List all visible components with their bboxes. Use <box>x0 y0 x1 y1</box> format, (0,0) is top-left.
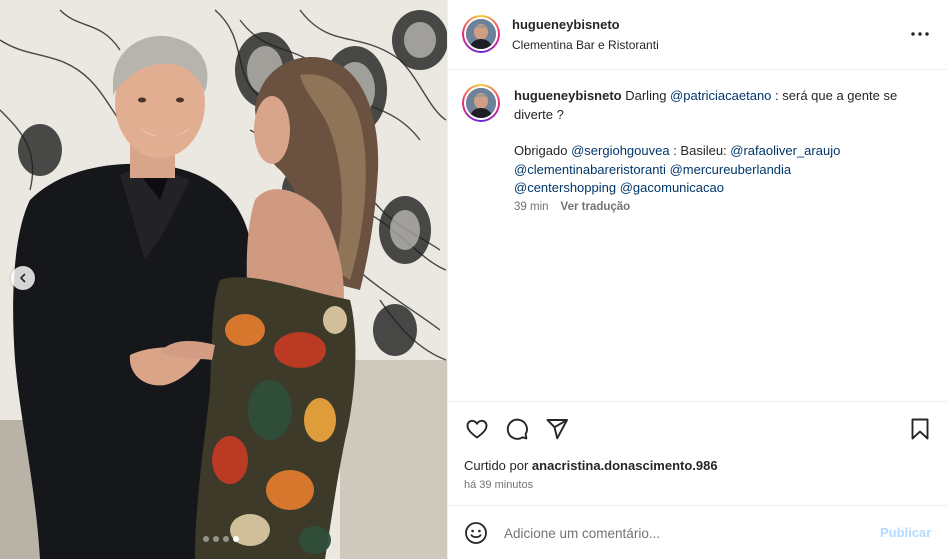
story-ring[interactable] <box>462 15 500 53</box>
emoji-icon <box>465 522 487 544</box>
caption-time[interactable]: 39 min <box>514 201 549 213</box>
carousel-prev-button[interactable] <box>11 266 35 290</box>
heart-icon <box>466 419 488 439</box>
mention-link[interactable]: @mercureuberlandia <box>670 162 792 177</box>
mention-link[interactable]: @gacomunicacao <box>620 180 724 195</box>
caption-avatar <box>466 88 496 118</box>
caption-paragraph-1: hugueneybisneto Darling @patriciacaetano… <box>514 87 934 124</box>
publish-button[interactable]: Publicar <box>880 525 931 540</box>
more-options-button[interactable] <box>908 22 932 46</box>
caption-text: hugueneybisneto Darling @patriciacaetano… <box>514 87 934 198</box>
caption-story-ring[interactable] <box>462 84 500 122</box>
liked-by-prefix: Curtido por <box>464 458 532 473</box>
post-username[interactable]: hugueneybisneto <box>512 17 620 32</box>
action-bar <box>448 401 947 453</box>
carousel-dot <box>223 536 229 542</box>
caption-paragraph-2: Obrigado @sergiohgouvea : Basileu: @rafa… <box>514 142 934 198</box>
mention-link[interactable]: @centershopping <box>514 180 616 195</box>
caption-text-segment: Obrigado <box>514 143 572 158</box>
post-header: hugueneybisneto Clementina Bar e Ristora… <box>448 0 947 70</box>
carousel-dot-active <box>233 536 239 542</box>
more-horizontal-icon <box>911 32 929 36</box>
post-location[interactable]: Clementina Bar e Ristoranti <box>512 38 659 52</box>
mention-link[interactable]: @patriciacaetano <box>670 88 771 103</box>
post-dialog: hugueneybisneto Clementina Bar e Ristora… <box>0 0 947 559</box>
carousel-dot <box>203 536 209 542</box>
bookmark-icon <box>911 418 929 440</box>
post-caption: hugueneybisneto Darling @patriciacaetano… <box>448 70 947 400</box>
translate-button[interactable]: Ver tradução <box>561 201 631 213</box>
comment-box: Publicar <box>448 505 947 559</box>
liked-by: Curtido por anacristina.donascimento.986 <box>464 458 718 473</box>
like-button[interactable] <box>464 416 490 442</box>
avatar <box>466 19 496 49</box>
mention-link[interactable]: @rafaoliver_araujo <box>730 143 840 158</box>
send-icon <box>546 419 568 440</box>
comment-icon <box>506 418 528 440</box>
mention-link[interactable]: @sergiohgouvea <box>571 143 669 158</box>
comment-input[interactable] <box>504 520 864 546</box>
comment-button[interactable] <box>504 416 530 442</box>
share-button[interactable] <box>544 416 570 442</box>
post-photo <box>0 0 447 559</box>
save-button[interactable] <box>907 416 933 442</box>
caption-text-segment: Darling <box>621 88 671 103</box>
carousel-dot <box>213 536 219 542</box>
liked-by-user[interactable]: anacristina.donascimento.986 <box>532 458 718 473</box>
post-media[interactable] <box>0 0 447 559</box>
post-side-panel: hugueneybisneto Clementina Bar e Ristora… <box>447 0 947 559</box>
caption-username[interactable]: hugueneybisneto <box>514 88 622 103</box>
emoji-button[interactable] <box>464 521 488 545</box>
caption-meta: 39 min Ver tradução <box>514 201 630 213</box>
mention-link[interactable]: @clementinabareristoranti <box>514 162 666 177</box>
posted-time[interactable]: há 39 minutos <box>464 479 533 491</box>
carousel-indicator <box>203 536 239 542</box>
caption-text-segment: : Basileu: <box>669 143 731 158</box>
chevron-left-icon <box>20 273 26 283</box>
